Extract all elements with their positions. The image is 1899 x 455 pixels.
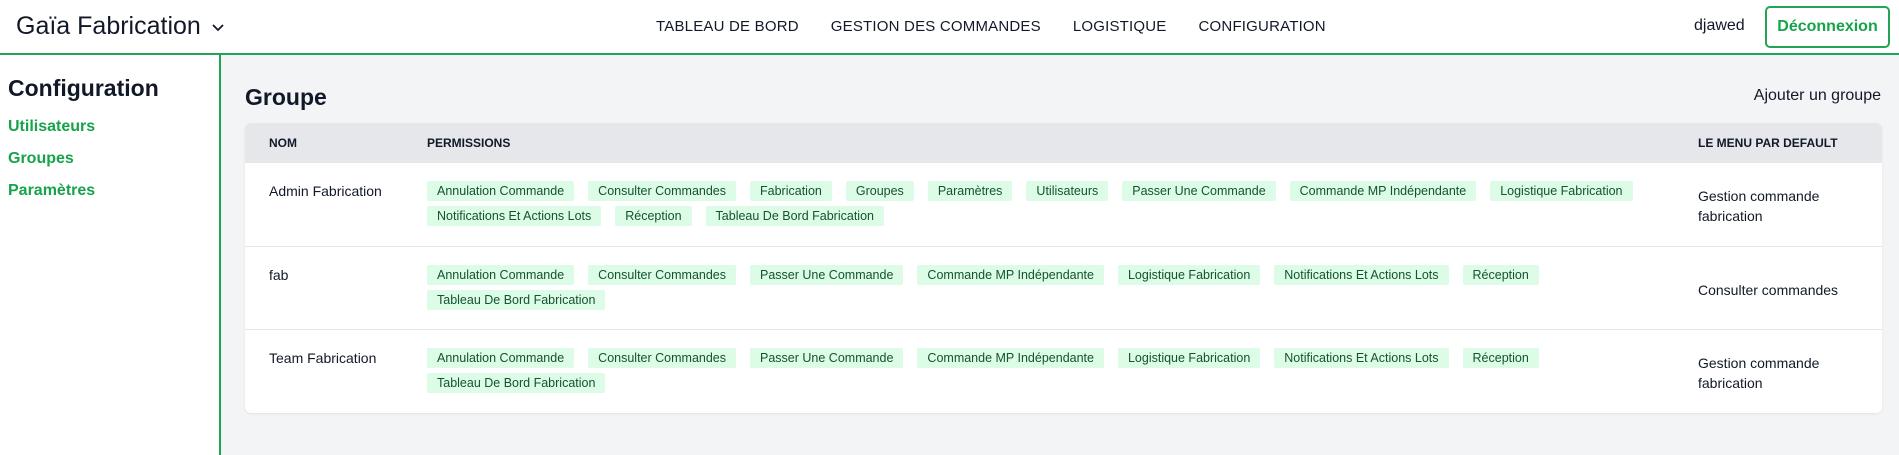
group-name: Admin Fabrication bbox=[269, 183, 382, 199]
logout-button[interactable]: Déconnexion bbox=[1765, 6, 1890, 48]
permission-badge: Utilisateurs bbox=[1026, 181, 1109, 201]
column-header-permissions: PERMISSIONS bbox=[427, 136, 511, 150]
permission-badge: Fabrication bbox=[750, 181, 832, 201]
main-nav: TABLEAU DE BORD GESTION DES COMMANDES LO… bbox=[656, 18, 1358, 35]
permission-badge: Tableau De Bord Fabrication bbox=[705, 206, 884, 226]
permission-badge: Tableau De Bord Fabrication bbox=[427, 373, 606, 393]
sidebar-item-utilisateurs[interactable]: Utilisateurs bbox=[8, 118, 95, 136]
brand-name: Gaïa Fabrication bbox=[16, 12, 201, 40]
permission-badge: Réception bbox=[1462, 348, 1539, 368]
permission-badge: Logistique Fabrication bbox=[1117, 348, 1261, 368]
main-content: Groupe Ajouter un groupe NOM PERMISSIONS… bbox=[223, 55, 1899, 455]
permission-badge: Annulation Commande bbox=[427, 181, 575, 201]
permission-badge: Logistique Fabrication bbox=[1117, 265, 1261, 285]
permission-badge: Annulation Commande bbox=[427, 265, 575, 285]
table-header: NOM PERMISSIONS LE MENU PAR DEFAULT bbox=[245, 123, 1882, 163]
page-title: Groupe bbox=[245, 84, 327, 110]
column-header-name: NOM bbox=[269, 136, 297, 150]
nav-tableau-de-bord[interactable]: TABLEAU DE BORD bbox=[656, 18, 799, 35]
default-menu: Gestion commande fabrication bbox=[1698, 355, 1820, 391]
permission-badge: Réception bbox=[615, 206, 692, 226]
table-row[interactable]: Team Fabrication Annulation Commande Consu… bbox=[245, 329, 1882, 412]
permission-badge: Consulter Commandes bbox=[588, 181, 737, 201]
sidebar: Configuration Utilisateurs Groupes Param… bbox=[0, 55, 221, 455]
nav-gestion-des-commandes[interactable]: GESTION DES COMMANDES bbox=[831, 18, 1041, 35]
groups-table: NOM PERMISSIONS LE MENU PAR DEFAULT Admi… bbox=[245, 123, 1882, 413]
group-name: Team Fabrication bbox=[269, 350, 377, 366]
default-menu: Consulter commandes bbox=[1698, 282, 1839, 298]
column-header-default-menu: LE MENU PAR DEFAULT bbox=[1698, 136, 1838, 150]
table-row[interactable]: Admin Fabrication Annulation Commande Cons… bbox=[245, 163, 1882, 246]
permission-badge: Passer Une Commande bbox=[750, 265, 904, 285]
sidebar-item-groupes[interactable]: Groupes bbox=[8, 150, 74, 168]
permission-badge: Passer Une Commande bbox=[1122, 181, 1276, 201]
nav-configuration[interactable]: CONFIGURATION bbox=[1199, 18, 1326, 35]
nav-logistique[interactable]: LOGISTIQUE bbox=[1073, 18, 1167, 35]
permission-badge: Passer Une Commande bbox=[750, 348, 904, 368]
permission-badge: Annulation Commande bbox=[427, 348, 575, 368]
sidebar-item-parametres[interactable]: Paramètres bbox=[8, 182, 95, 200]
top-navbar: Gaïa Fabrication TABLEAU DE BORD GESTION… bbox=[0, 0, 1899, 55]
add-group-button[interactable]: Ajouter un groupe bbox=[1754, 87, 1881, 105]
permission-badge: Commande MP Indépendante bbox=[917, 348, 1104, 368]
chevron-down-icon bbox=[212, 23, 224, 31]
username: djawed bbox=[1694, 17, 1745, 34]
group-name: fab bbox=[269, 267, 289, 283]
permission-badge: Logistique Fabrication bbox=[1490, 181, 1633, 201]
permission-badge: Groupes bbox=[845, 181, 914, 201]
sidebar-title: Configuration bbox=[8, 75, 159, 101]
permissions-list: Annulation Commande Consulter Commandes Pa… bbox=[427, 265, 1647, 310]
brand-switcher[interactable]: Gaïa Fabrication bbox=[16, 12, 225, 41]
permission-badge: Consulter Commandes bbox=[588, 348, 737, 368]
permission-badge: Tableau De Bord Fabrication bbox=[427, 290, 606, 310]
table-row[interactable]: fab Annulation Commande Consulter Commande… bbox=[245, 246, 1882, 329]
permission-badge: Notifications Et Actions Lots bbox=[1274, 265, 1449, 285]
permission-badge: Notifications Et Actions Lots bbox=[427, 206, 602, 226]
permissions-list: Annulation Commande Consulter Commandes Fa… bbox=[427, 181, 1647, 226]
permission-badge: Réception bbox=[1462, 265, 1539, 285]
permission-badge: Commande MP Indépendante bbox=[1289, 181, 1477, 201]
permission-badge: Consulter Commandes bbox=[588, 265, 737, 285]
default-menu: Gestion commande fabrication bbox=[1698, 188, 1820, 224]
permission-badge: Commande MP Indépendante bbox=[917, 265, 1104, 285]
permissions-list: Annulation Commande Consulter Commandes Pa… bbox=[427, 348, 1647, 393]
permission-badge: Notifications Et Actions Lots bbox=[1274, 348, 1449, 368]
permission-badge: Paramètres bbox=[927, 181, 1013, 201]
